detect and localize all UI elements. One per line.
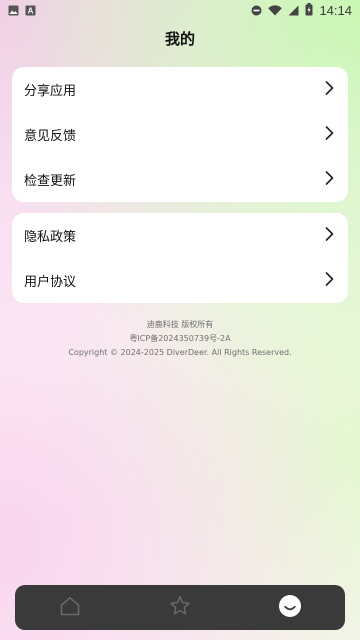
page-title: 我的: [164, 30, 195, 48]
chevron-right-icon: [325, 226, 334, 245]
image-icon: [8, 1, 19, 20]
menu-item-check-update[interactable]: 检查更新: [12, 157, 348, 202]
menu-item-label: 隐私政策: [24, 230, 77, 245]
tab-profile[interactable]: [270, 588, 310, 628]
wifi-icon: [268, 1, 283, 20]
star-icon: [169, 595, 191, 621]
home-icon: [59, 595, 81, 621]
menu-card-general: 分享应用 意见反馈 检查更新: [12, 67, 348, 202]
status-right: 14:14: [251, 1, 352, 20]
menu-item-label: 检查更新: [24, 174, 77, 189]
dnd-icon: [251, 1, 262, 20]
status-bar: A 14:14: [0, 0, 360, 20]
status-time: 14:14: [319, 2, 352, 18]
signal-icon: [288, 1, 299, 20]
chevron-right-icon: [325, 271, 334, 290]
menu-item-user-agreement[interactable]: 用户协议: [12, 258, 348, 303]
chevron-right-icon: [325, 125, 334, 144]
menu-item-label: 意见反馈: [24, 129, 77, 144]
a-notification-icon: A: [25, 1, 36, 20]
tab-bar: [15, 585, 345, 630]
footer-icp[interactable]: 粤ICP备2024350739号-2A: [0, 332, 360, 346]
menu-item-share-app[interactable]: 分享应用: [12, 67, 348, 112]
menu-item-privacy-policy[interactable]: 隐私政策: [12, 213, 348, 258]
svg-text:A: A: [28, 6, 34, 15]
menu-item-label: 用户协议: [24, 275, 77, 290]
chevron-right-icon: [325, 80, 334, 99]
battery-icon: [305, 1, 313, 20]
footer: 迪鹿科技 版权所有 粤ICP备2024350739号-2A Copyright …: [0, 318, 360, 360]
menu-card-legal: 隐私政策 用户协议: [12, 213, 348, 303]
chevron-right-icon: [325, 170, 334, 189]
menu-item-feedback[interactable]: 意见反馈: [12, 112, 348, 157]
tab-home[interactable]: [50, 588, 90, 628]
status-left: A: [8, 1, 36, 20]
tab-favorites[interactable]: [160, 588, 200, 628]
footer-copyright: Copyright © 2024-2025 DiverDeer. All Rig…: [68, 348, 292, 357]
smile-icon: [278, 594, 302, 622]
footer-company: 迪鹿科技 版权所有: [146, 320, 214, 329]
menu-item-label: 分享应用: [24, 84, 77, 99]
